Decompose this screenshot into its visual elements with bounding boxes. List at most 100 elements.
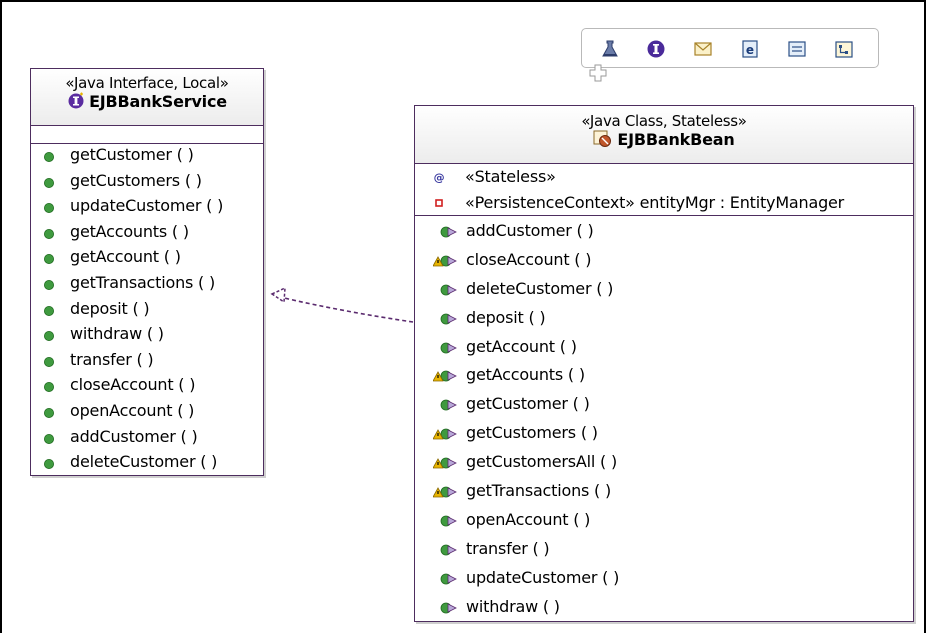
operation-label: addCustomer ( ) bbox=[70, 426, 198, 446]
interface-header: «Java Interface, Local» EJBBankService bbox=[31, 69, 263, 126]
operation-label: updateCustomer ( ) bbox=[466, 567, 620, 587]
interface-operation[interactable]: getAccount ( ) bbox=[31, 247, 263, 273]
class-name: EJBBankBean bbox=[617, 130, 735, 149]
interface-operation[interactable]: closeAccount ( ) bbox=[31, 375, 263, 401]
method-warning-icon bbox=[433, 486, 457, 498]
implemented-method-icon bbox=[440, 399, 457, 411]
operation-label: getAccount ( ) bbox=[70, 247, 181, 267]
class-header: «Java Class, Stateless» EJBBankBean bbox=[415, 106, 913, 164]
class-stereotype: «Java Class, Stateless» bbox=[581, 112, 747, 130]
operation-label: transfer ( ) bbox=[466, 538, 550, 558]
method-warning-icon bbox=[433, 255, 457, 267]
class-operation[interactable]: openAccount ( ) bbox=[415, 507, 913, 536]
public-method-icon bbox=[44, 356, 54, 367]
annotation-label: «Stateless» bbox=[465, 167, 556, 186]
public-method-icon bbox=[44, 228, 54, 239]
operation-label: updateCustomer ( ) bbox=[70, 196, 224, 216]
interface-stereotype: «Java Interface, Local» bbox=[65, 74, 229, 92]
interface-operation[interactable]: getTransactions ( ) bbox=[31, 273, 263, 299]
operation-label: openAccount ( ) bbox=[70, 400, 195, 420]
operation-label: getTransactions ( ) bbox=[70, 272, 215, 292]
interface-operations: getCustomer ( ) getCustomers ( ) updateCus… bbox=[31, 144, 263, 478]
class-operation[interactable]: getAccount ( ) bbox=[415, 334, 913, 363]
public-method-icon bbox=[44, 177, 54, 188]
operation-label: openAccount ( ) bbox=[466, 509, 591, 529]
public-method-icon bbox=[44, 407, 54, 418]
implemented-method-icon bbox=[440, 544, 457, 556]
public-method-icon bbox=[44, 152, 54, 162]
implemented-method-icon bbox=[440, 573, 457, 585]
operation-label: withdraw ( ) bbox=[70, 324, 164, 344]
operation-label: deposit ( ) bbox=[70, 298, 150, 318]
interface-icon bbox=[68, 92, 84, 109]
operation-label: withdraw ( ) bbox=[466, 596, 560, 616]
class-operation[interactable]: getCustomersAll ( ) bbox=[415, 449, 913, 478]
class-operation[interactable]: addCustomer ( ) bbox=[415, 218, 913, 247]
operation-label: getCustomers ( ) bbox=[466, 423, 598, 443]
public-method-icon bbox=[44, 203, 54, 214]
diagram-canvas[interactable]: e «Java Interface, Local» EJBBankService… bbox=[0, 0, 926, 633]
operation-label: deleteCustomer ( ) bbox=[466, 278, 614, 298]
annotation-label: «PersistenceContext» entityMgr : EntityM… bbox=[465, 193, 845, 212]
interface-attributes bbox=[31, 126, 263, 144]
operation-label: deleteCustomer ( ) bbox=[70, 452, 218, 472]
class-operations: addCustomer ( ) closeAccount ( ) deleteCus… bbox=[415, 216, 913, 622]
annotation-icon: @ bbox=[434, 171, 445, 183]
interface-operation[interactable]: openAccount ( ) bbox=[31, 401, 263, 427]
class-operation[interactable]: getAccounts ( ) bbox=[415, 362, 913, 391]
class-operation[interactable]: deposit ( ) bbox=[415, 305, 913, 334]
operation-label: addCustomer ( ) bbox=[466, 221, 594, 240]
class-operation[interactable]: transfer ( ) bbox=[415, 536, 913, 565]
class-operation[interactable]: closeAccount ( ) bbox=[415, 247, 913, 276]
implemented-method-icon bbox=[440, 342, 457, 353]
operation-label: getAccount ( ) bbox=[466, 336, 577, 356]
implemented-method-icon bbox=[440, 226, 457, 238]
session-bean-icon bbox=[593, 130, 612, 147]
interface-operation[interactable]: updateCustomer ( ) bbox=[31, 196, 263, 222]
operation-label: transfer ( ) bbox=[70, 349, 154, 369]
interface-operation[interactable]: getCustomers ( ) bbox=[31, 171, 263, 197]
interface-operation[interactable]: getAccounts ( ) bbox=[31, 222, 263, 248]
operation-label: getAccounts ( ) bbox=[70, 221, 189, 241]
operation-label: deposit ( ) bbox=[466, 307, 546, 327]
interface-operation[interactable]: deposit ( ) bbox=[31, 299, 263, 325]
operation-label: getCustomer ( ) bbox=[466, 394, 590, 414]
persistence-field[interactable]: «PersistenceContext» entityMgr : EntityM… bbox=[415, 190, 913, 216]
public-method-icon bbox=[44, 331, 54, 342]
class-operation[interactable]: getTransactions ( ) bbox=[415, 478, 913, 507]
class-operation[interactable]: withdraw ( ) bbox=[415, 594, 913, 623]
public-method-icon bbox=[44, 254, 54, 265]
public-method-icon bbox=[44, 305, 54, 316]
class-attributes: @ «Stateless» «PersistenceContext» entityM… bbox=[415, 164, 913, 216]
method-warning-icon bbox=[433, 428, 457, 440]
operation-label: getAccounts ( ) bbox=[466, 365, 585, 385]
operation-label: getCustomer ( ) bbox=[70, 145, 194, 164]
private-field-icon bbox=[435, 199, 443, 207]
operation-label: closeAccount ( ) bbox=[466, 249, 592, 269]
interface-operation[interactable]: withdraw ( ) bbox=[31, 324, 263, 350]
interface-name: EJBBankService bbox=[89, 92, 227, 111]
class-box[interactable]: «Java Class, Stateless» EJBBankBean @ «St… bbox=[414, 105, 914, 622]
public-method-icon bbox=[44, 279, 54, 290]
svg-text:@: @ bbox=[434, 171, 445, 183]
class-operation[interactable]: getCustomer ( ) bbox=[415, 391, 913, 420]
operation-label: getCustomers ( ) bbox=[70, 170, 202, 190]
operation-label: getTransactions ( ) bbox=[466, 481, 611, 501]
public-method-icon bbox=[44, 382, 54, 393]
implemented-method-icon bbox=[440, 515, 457, 527]
interface-box[interactable]: «Java Interface, Local» EJBBankService g… bbox=[30, 68, 264, 476]
implemented-method-icon bbox=[440, 284, 457, 296]
interface-operation[interactable]: deleteCustomer ( ) bbox=[31, 452, 263, 478]
class-operation[interactable]: getCustomers ( ) bbox=[415, 420, 913, 449]
class-operation[interactable]: updateCustomer ( ) bbox=[415, 565, 913, 594]
operation-label: getCustomersAll ( ) bbox=[466, 452, 618, 472]
interface-operation[interactable]: transfer ( ) bbox=[31, 350, 263, 376]
public-method-icon bbox=[44, 433, 54, 444]
interface-operation[interactable]: addCustomer ( ) bbox=[31, 427, 263, 453]
class-operation[interactable]: deleteCustomer ( ) bbox=[415, 276, 913, 305]
method-warning-icon bbox=[433, 457, 457, 469]
method-warning-icon bbox=[433, 371, 457, 382]
interface-operation[interactable]: getCustomer ( ) bbox=[31, 145, 263, 171]
operation-label: closeAccount ( ) bbox=[70, 375, 196, 395]
stateless-annotation[interactable]: @ «Stateless» bbox=[415, 164, 913, 190]
